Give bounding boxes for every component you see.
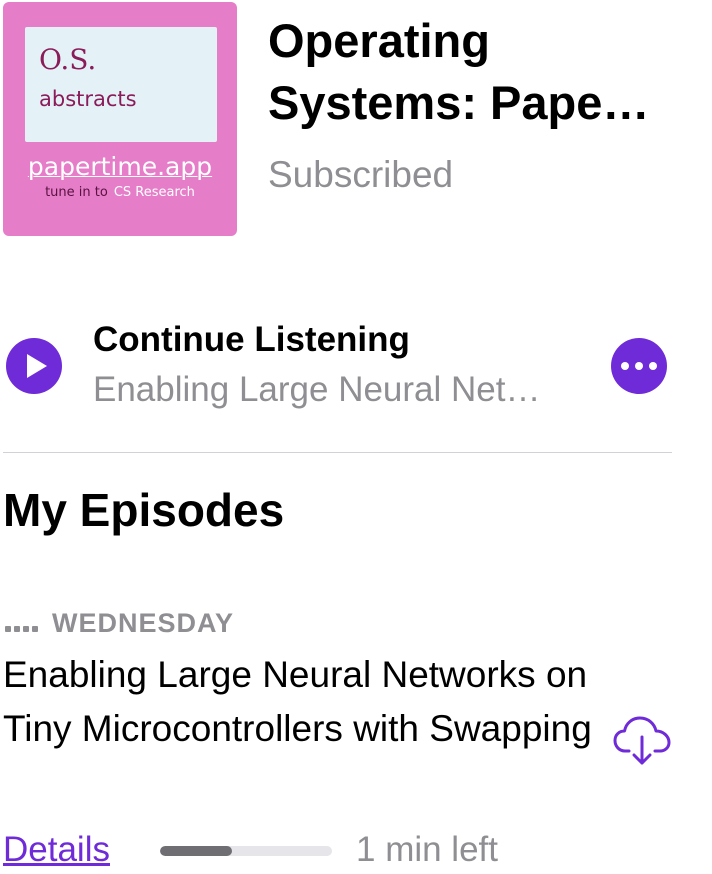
- more-options-button[interactable]: [611, 338, 667, 394]
- ellipsis-icon: [621, 362, 629, 370]
- artwork-tagline-b: CS Research: [113, 185, 195, 200]
- episode-date: WEDNESDAY: [52, 608, 235, 638]
- podcast-artwork[interactable]: O.S. abstracts papertime.app tune in to C…: [3, 2, 237, 236]
- episode-progress-fill: [160, 846, 233, 856]
- artwork-title: O.S.: [39, 43, 97, 76]
- ellipsis-dot: [635, 362, 643, 370]
- time-remaining: 1 min left: [356, 830, 498, 869]
- continue-listening-heading[interactable]: Continue Listening: [93, 320, 410, 360]
- episode-progress-bar: [160, 846, 332, 856]
- section-title: My Episodes: [3, 484, 285, 536]
- episode-title[interactable]: Enabling Large Neural Networks on Tiny M…: [3, 648, 603, 756]
- play-button[interactable]: [6, 338, 62, 394]
- cloud-download-icon[interactable]: [613, 715, 671, 767]
- artwork-card: O.S. abstracts: [25, 27, 217, 142]
- dots-indicator-icon: [5, 624, 41, 634]
- artwork-site: papertime.app: [27, 152, 213, 181]
- play-icon: [27, 354, 47, 378]
- continue-listening-episode[interactable]: Enabling Large Neural Net…: [93, 370, 583, 410]
- podcast-title: Operating Systems: Pape…: [268, 10, 688, 134]
- ellipsis-dot: [649, 362, 657, 370]
- details-link[interactable]: Details: [3, 830, 110, 870]
- divider: [3, 452, 672, 453]
- podcast-title-line1: Operating: [268, 14, 490, 67]
- artwork-tagline-a: tune in to: [45, 185, 108, 200]
- artwork-subtitle: abstracts: [39, 87, 137, 111]
- artwork-tagline: tune in to CS Research: [3, 185, 237, 200]
- podcast-title-line2: Systems: Pape…: [268, 76, 650, 129]
- subscription-status: Subscribed: [268, 154, 454, 195]
